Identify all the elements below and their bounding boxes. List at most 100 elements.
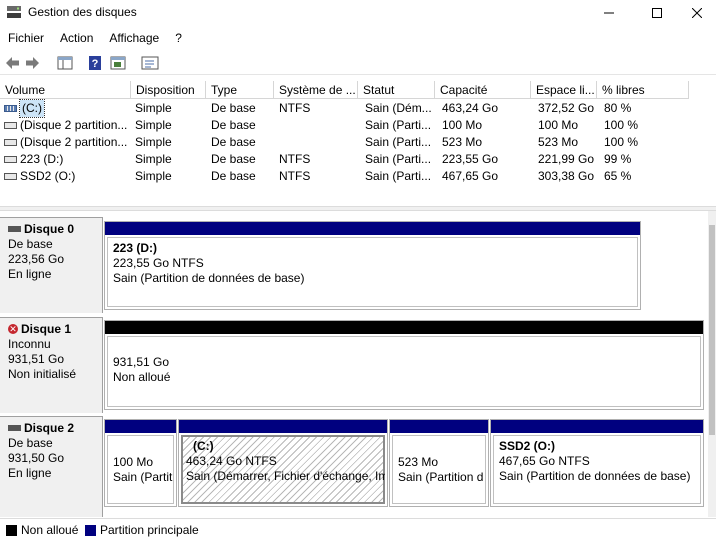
minimize-icon [604, 12, 614, 14]
disk-size: 931,50 Go [8, 451, 65, 465]
partition-c[interactable]: (C:) 463,24 Go NTFS Sain (Démarrer, Fich… [178, 419, 388, 507]
column-header-disposition[interactable]: Disposition [131, 81, 206, 99]
partition-title: (C:) [193, 439, 214, 453]
cell-filesystem: NTFS [279, 169, 311, 183]
cell-type: De base [211, 135, 256, 149]
cell-capacity: 223,55 Go [442, 152, 499, 166]
action-pane-icon[interactable] [110, 54, 126, 72]
table-row[interactable]: (Disque 2 partition... Simple De base Sa… [0, 134, 716, 151]
partition-efi[interactable]: 100 Mo Sain (Partit [104, 419, 177, 507]
disk-state: En ligne [8, 466, 52, 480]
console-tree-icon[interactable] [57, 54, 73, 72]
cell-type: De base [211, 118, 256, 132]
cell-capacity: 100 Mo [442, 118, 483, 132]
menu-action[interactable]: Action [52, 28, 101, 48]
partition-status: Sain (Partition de données de base) [113, 271, 305, 285]
cell-percent-free: 65 % [604, 169, 632, 183]
primary-partition-bar [105, 420, 176, 433]
partition-title: 223 (D:) [113, 241, 158, 255]
disk-size: 223,56 Go [8, 252, 65, 266]
volume-name: SSD2 (O:) [20, 169, 76, 183]
properties-icon[interactable] [141, 54, 159, 72]
cell-free-space: 372,52 Go [538, 101, 595, 115]
column-header-percent-free[interactable]: % libres [597, 81, 689, 99]
menu-fichier[interactable]: Fichier [0, 28, 52, 48]
table-row[interactable]: (Disque 2 partition... Simple De base Sa… [0, 117, 716, 134]
close-icon [692, 8, 702, 18]
partition-size: 467,65 Go NTFS [499, 454, 590, 468]
cell-capacity: 523 Mo [442, 135, 483, 149]
cell-type: De base [211, 169, 256, 183]
svg-text:?: ? [92, 58, 99, 70]
cell-status: Sain (Dém... [365, 101, 432, 115]
legend-label-unallocated: Non alloué [21, 523, 79, 537]
table-row[interactable]: SSD2 (O:) Simple De base NTFS Sain (Part… [0, 168, 716, 185]
scrollbar-thumb[interactable] [709, 225, 715, 435]
partition-o[interactable]: SSD2 (O:) 467,65 Go NTFS Sain (Partition… [490, 419, 704, 507]
cell-status: Sain (Parti... [365, 169, 432, 183]
minimize-button[interactable] [586, 0, 632, 26]
cell-filesystem: NTFS [279, 152, 311, 166]
column-header-status[interactable]: Statut [358, 81, 435, 99]
column-header-capacity[interactable]: Capacité [435, 81, 531, 99]
cell-status: Sain (Parti... [365, 118, 432, 132]
partition-status: Sain (Démarrer, Fichier d'échange, Im [186, 469, 385, 483]
unallocated-bar [105, 321, 703, 334]
disk-state: En ligne [8, 267, 52, 281]
forward-arrow-icon[interactable] [25, 54, 41, 72]
disk-icon [8, 424, 21, 431]
cell-free-space: 221,99 Go [538, 152, 595, 166]
back-arrow-icon[interactable] [4, 54, 20, 72]
system-volume-icon [4, 105, 17, 112]
partition-d[interactable]: 223 (D:) 223,55 Go NTFS Sain (Partition … [104, 221, 641, 310]
menu-bar: Fichier Action Affichage ? [0, 28, 716, 48]
disk-management-app-icon [7, 6, 21, 18]
menu-help[interactable]: ? [167, 28, 190, 48]
volume-icon [4, 173, 17, 180]
unallocated-space[interactable]: 931,51 Go Non alloué [104, 320, 704, 410]
cell-capacity: 467,65 Go [442, 169, 499, 183]
disk-2-info[interactable]: Disque 2 De base 931,50 Go En ligne [0, 416, 103, 517]
legend-swatch-unallocated [6, 525, 17, 536]
disk-0-info[interactable]: Disque 0 De base 223,56 Go En ligne [0, 217, 103, 313]
disk-name: Disque 0 [24, 222, 75, 236]
volume-name: (Disque 2 partition... [20, 135, 128, 149]
cell-disposition: Simple [135, 169, 172, 183]
cell-disposition: Simple [135, 152, 172, 166]
legend: Non alloué Partition principale [0, 518, 716, 544]
partition-size: 523 Mo [398, 455, 439, 469]
column-header-type[interactable]: Type [206, 81, 274, 99]
cell-percent-free: 100 % [604, 118, 639, 132]
maximize-button[interactable] [634, 0, 680, 26]
column-header-filesystem[interactable]: Système de ... [274, 81, 358, 99]
legend-label-primary: Partition principale [100, 523, 199, 537]
menu-affichage[interactable]: Affichage [101, 28, 167, 48]
column-header-free-space[interactable]: Espace li... [531, 81, 597, 99]
table-row[interactable]: 223 (D:) Simple De base NTFS Sain (Parti… [0, 151, 716, 168]
partition-size: 100 Mo [113, 455, 154, 469]
cell-free-space: 100 Mo [538, 118, 579, 132]
cell-percent-free: 80 % [604, 101, 632, 115]
disk-1-info[interactable]: ✕ Disque 1 Inconnu 931,51 Go Non initiali… [0, 317, 103, 413]
cell-percent-free: 100 % [604, 135, 639, 149]
disk-state: Non initialisé [8, 367, 77, 381]
disk-icon [8, 225, 21, 232]
close-button[interactable] [678, 0, 716, 26]
disk-panel-scrollbar[interactable] [708, 211, 716, 517]
help-icon[interactable]: ? [88, 54, 102, 72]
partition-recovery[interactable]: 523 Mo Sain (Partition d [389, 419, 489, 507]
column-header-volume[interactable]: Volume [0, 81, 131, 99]
volume-name: 223 (D:) [20, 152, 64, 166]
disk-name: Disque 2 [24, 421, 75, 435]
cell-disposition: Simple [135, 118, 172, 132]
cell-free-space: 523 Mo [538, 135, 579, 149]
disk-size: 931,51 Go [8, 352, 65, 366]
cell-type: De base [211, 152, 256, 166]
volume-icon [4, 122, 17, 129]
legend-swatch-primary [85, 525, 96, 536]
disk-type: Inconnu [8, 337, 51, 351]
primary-partition-bar [491, 420, 703, 433]
table-row[interactable]: (C:) Simple De base NTFS Sain (Dém... 46… [0, 99, 716, 118]
disk-graphical-view: Disque 0 De base 223,56 Go En ligne 223 … [0, 211, 708, 517]
disk-error-icon: ✕ [8, 324, 18, 335]
